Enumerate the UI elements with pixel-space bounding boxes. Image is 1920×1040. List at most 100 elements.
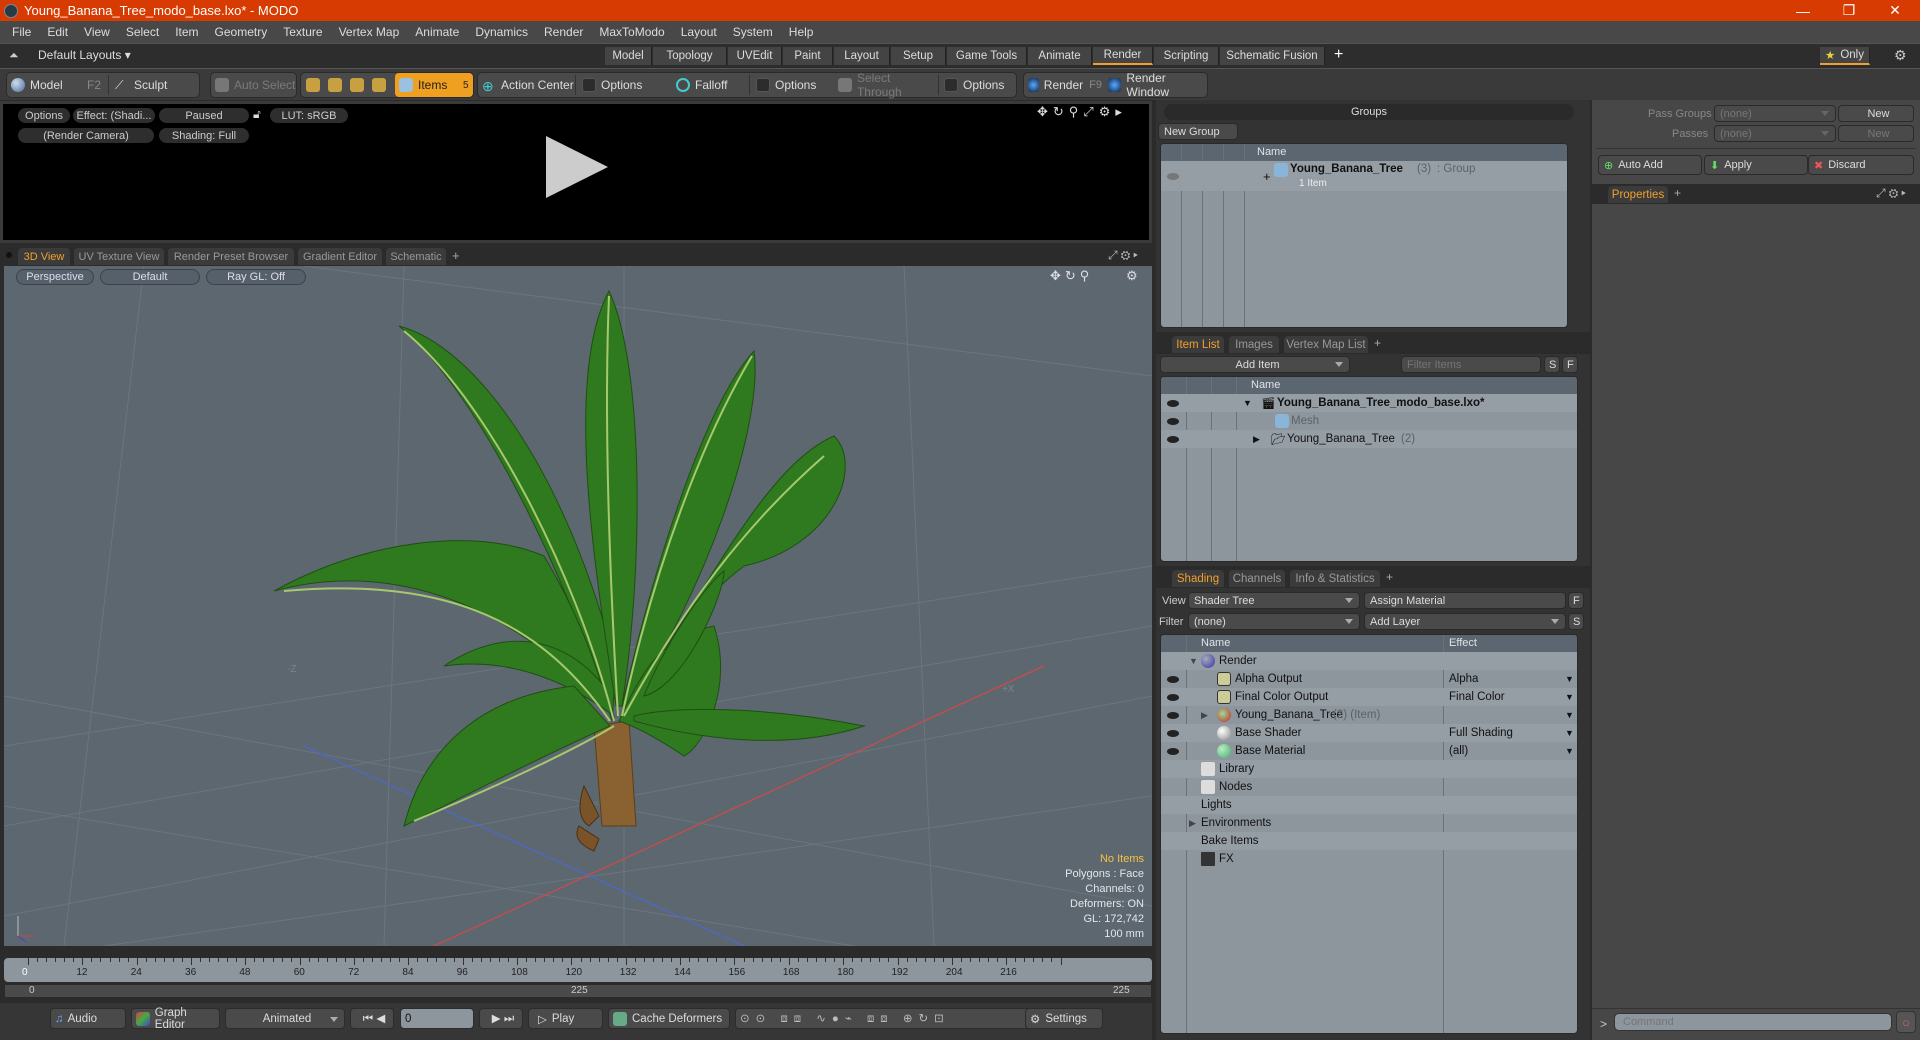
s-button[interactable]: S [1544,356,1560,373]
render-preview[interactable]: Options Effect: (Shadi... Paused 🔓︎ LUT:… [0,101,1152,243]
tab-uvedit[interactable]: UVEdit [728,47,782,65]
shader-row[interactable]: Final Color Output Final Color ▼ [1161,688,1577,706]
new-pass-group-button[interactable]: New [1838,105,1914,122]
menu-geometry[interactable]: Geometry [207,25,276,39]
play-button[interactable]: ▷ Play [528,1008,603,1029]
edges-mode-icon[interactable] [328,78,342,92]
eye-icon[interactable] [1167,747,1179,755]
add-tab-button[interactable]: + [1674,186,1681,200]
expand-icon[interactable]: + [1263,169,1271,184]
render-window-button[interactable]: Render Window [1104,71,1208,99]
assign-material-button[interactable]: Assign Material [1364,592,1566,609]
eye-icon[interactable] [1167,399,1179,407]
menu-texture[interactable]: Texture [275,25,330,39]
action-center-options-button[interactable]: Options [578,73,668,97]
add-layer-dropdown[interactable]: Add Layer [1364,613,1566,630]
item-row[interactable]: ▶ 📂︎ Young_Banana_Tree (2) [1161,430,1577,448]
new-group-button[interactable]: New Group [1158,123,1238,140]
view-dropdown[interactable]: Shader Tree [1188,592,1360,609]
menu-view[interactable]: View [76,25,118,39]
properties-panel-controls[interactable]: ⤢⚙▸ [1876,186,1909,201]
go-to-end-buttons[interactable]: ▶︎ ⏭ [479,1008,523,1029]
effect-dropdown[interactable]: (all) [1449,745,1468,757]
menu-edit[interactable]: Edit [39,25,76,39]
3d-viewport[interactable]: Perspective Default Ray GL: Off ✥↻⚲ ⚙ -Z… [4,266,1152,946]
passes-dropdown[interactable]: (none) [1714,125,1836,142]
menu-file[interactable]: File [4,25,39,39]
menu-system[interactable]: System [725,25,781,39]
menu-maxtomodo[interactable]: MaxToModo [591,25,672,39]
expand-icon[interactable]: ▶ [1253,434,1260,445]
effect-dropdown[interactable]: Full Shading [1449,727,1513,739]
range-bar[interactable]: 0 225 225 [4,984,1152,998]
default-shading-dropdown[interactable]: Default [100,269,200,285]
shader-row[interactable]: Library [1161,760,1577,778]
tab-info-statistics[interactable]: Info & Statistics [1290,570,1380,587]
select-through-button[interactable]: Select Through [834,71,938,99]
shader-row[interactable]: Alpha Output Alpha ▼ [1161,670,1577,688]
filter-dropdown[interactable]: (none) [1188,613,1360,630]
preview-nav-icons[interactable]: ✥↻⚲⤢⚙▸ [1037,104,1127,120]
pass-groups-dropdown[interactable]: (none) [1714,105,1836,122]
settings-button[interactable]: ⚙ Settings [1025,1008,1103,1029]
eye-icon[interactable] [1167,711,1179,719]
expand-icon[interactable]: ▶ [1189,818,1196,829]
paused-toggle[interactable]: Paused [159,108,249,123]
lut-dropdown[interactable]: LUT: sRGB [270,108,348,123]
eye-icon[interactable] [1167,729,1179,737]
f-button[interactable]: F [1568,592,1584,609]
materials-mode-icon[interactable] [372,78,386,92]
collapse-icon[interactable]: ▼ [1243,398,1252,408]
expand-icon[interactable]: ▶ [1201,710,1208,721]
gear-icon[interactable]: ⚙ [1894,47,1907,64]
animated-dropdown[interactable]: Animated [225,1008,345,1029]
collapse-icon[interactable]: ▼ [1189,656,1198,666]
render-button[interactable]: Render F9 [1024,73,1102,97]
tab-scripting[interactable]: Scripting [1154,47,1219,65]
effect-dropdown[interactable]: Effect: (Shadi... [73,108,155,123]
key-tool-buttons[interactable]: ⊙⊙ ⧈⧈ ∿●⌁ ⧈⧈ ⊕↻⊡ [735,1008,1035,1029]
eye-icon[interactable] [1167,173,1179,180]
tab-schematic[interactable]: Schematic [386,248,446,265]
f-button[interactable]: F [1562,356,1578,373]
menu-layout[interactable]: Layout [673,25,725,39]
shading-dropdown[interactable]: Shading: Full [159,128,249,143]
vertices-mode-icon[interactable] [306,78,320,92]
dropdown-caret-icon[interactable]: ▼ [1565,746,1574,756]
menu-animate[interactable]: Animate [407,25,467,39]
apply-button[interactable]: ⬇ Apply [1704,155,1808,175]
viewport-nav-icons[interactable]: ✥↻⚲ [1050,268,1093,284]
menu-select[interactable]: Select [118,25,167,39]
tab-model[interactable]: Model [605,47,652,65]
eye-icon[interactable] [1167,675,1179,683]
add-view-tab-button[interactable]: + [452,248,460,263]
restore-button[interactable]: ❐ [1826,0,1872,21]
tab-channels[interactable]: Channels [1229,570,1285,587]
tab-render[interactable]: Render [1093,47,1153,65]
default-layouts-dropdown[interactable]: Default Layouts ▾ [38,48,131,62]
s-button[interactable]: S [1568,613,1584,630]
perspective-dropdown[interactable]: Perspective [16,269,94,285]
shader-row[interactable]: Bake Items [1161,832,1577,850]
timeline-ruler[interactable]: 0 12 24 36 48 60 72 84 96 108 120 132 144 156 168 180 19… [4,958,1152,982]
viewport-gear-icon[interactable]: ⚙ [1126,268,1138,284]
cache-deformers-button[interactable]: Cache Deformers [608,1008,730,1029]
shader-row[interactable]: Base Material (all) ▼ [1161,742,1577,760]
shader-row[interactable]: Lights [1161,796,1577,814]
add-layout-tab-button[interactable]: + [1334,46,1343,64]
tab-topology[interactable]: Topology [653,47,727,65]
item-row[interactable]: Mesh [1161,412,1577,430]
tab-game-tools[interactable]: Game Tools [947,47,1027,65]
lock-icon[interactable]: 🔓︎ [253,107,261,122]
eye-icon[interactable] [1167,693,1179,701]
shader-row[interactable]: ▼ Render [1161,652,1577,670]
tab-uv-texture-view[interactable]: UV Texture View [74,248,164,265]
shader-row[interactable]: Nodes [1161,778,1577,796]
timeline[interactable]: 0 12 24 36 48 60 72 84 96 108 120 132 144 156 168 180 19… [4,958,1152,1000]
falloff-button[interactable]: Falloff [672,73,748,97]
dropdown-caret-icon[interactable]: ▼ [1565,692,1574,702]
dropdown-caret-icon[interactable]: ▼ [1565,710,1574,720]
group-row[interactable]: + Young_Banana_Tree (3) : Group 1 Item [1161,161,1567,191]
view-panel-controls[interactable]: ⤢⚙▸ [1108,248,1141,263]
add-tab-button[interactable]: + [1374,336,1381,350]
